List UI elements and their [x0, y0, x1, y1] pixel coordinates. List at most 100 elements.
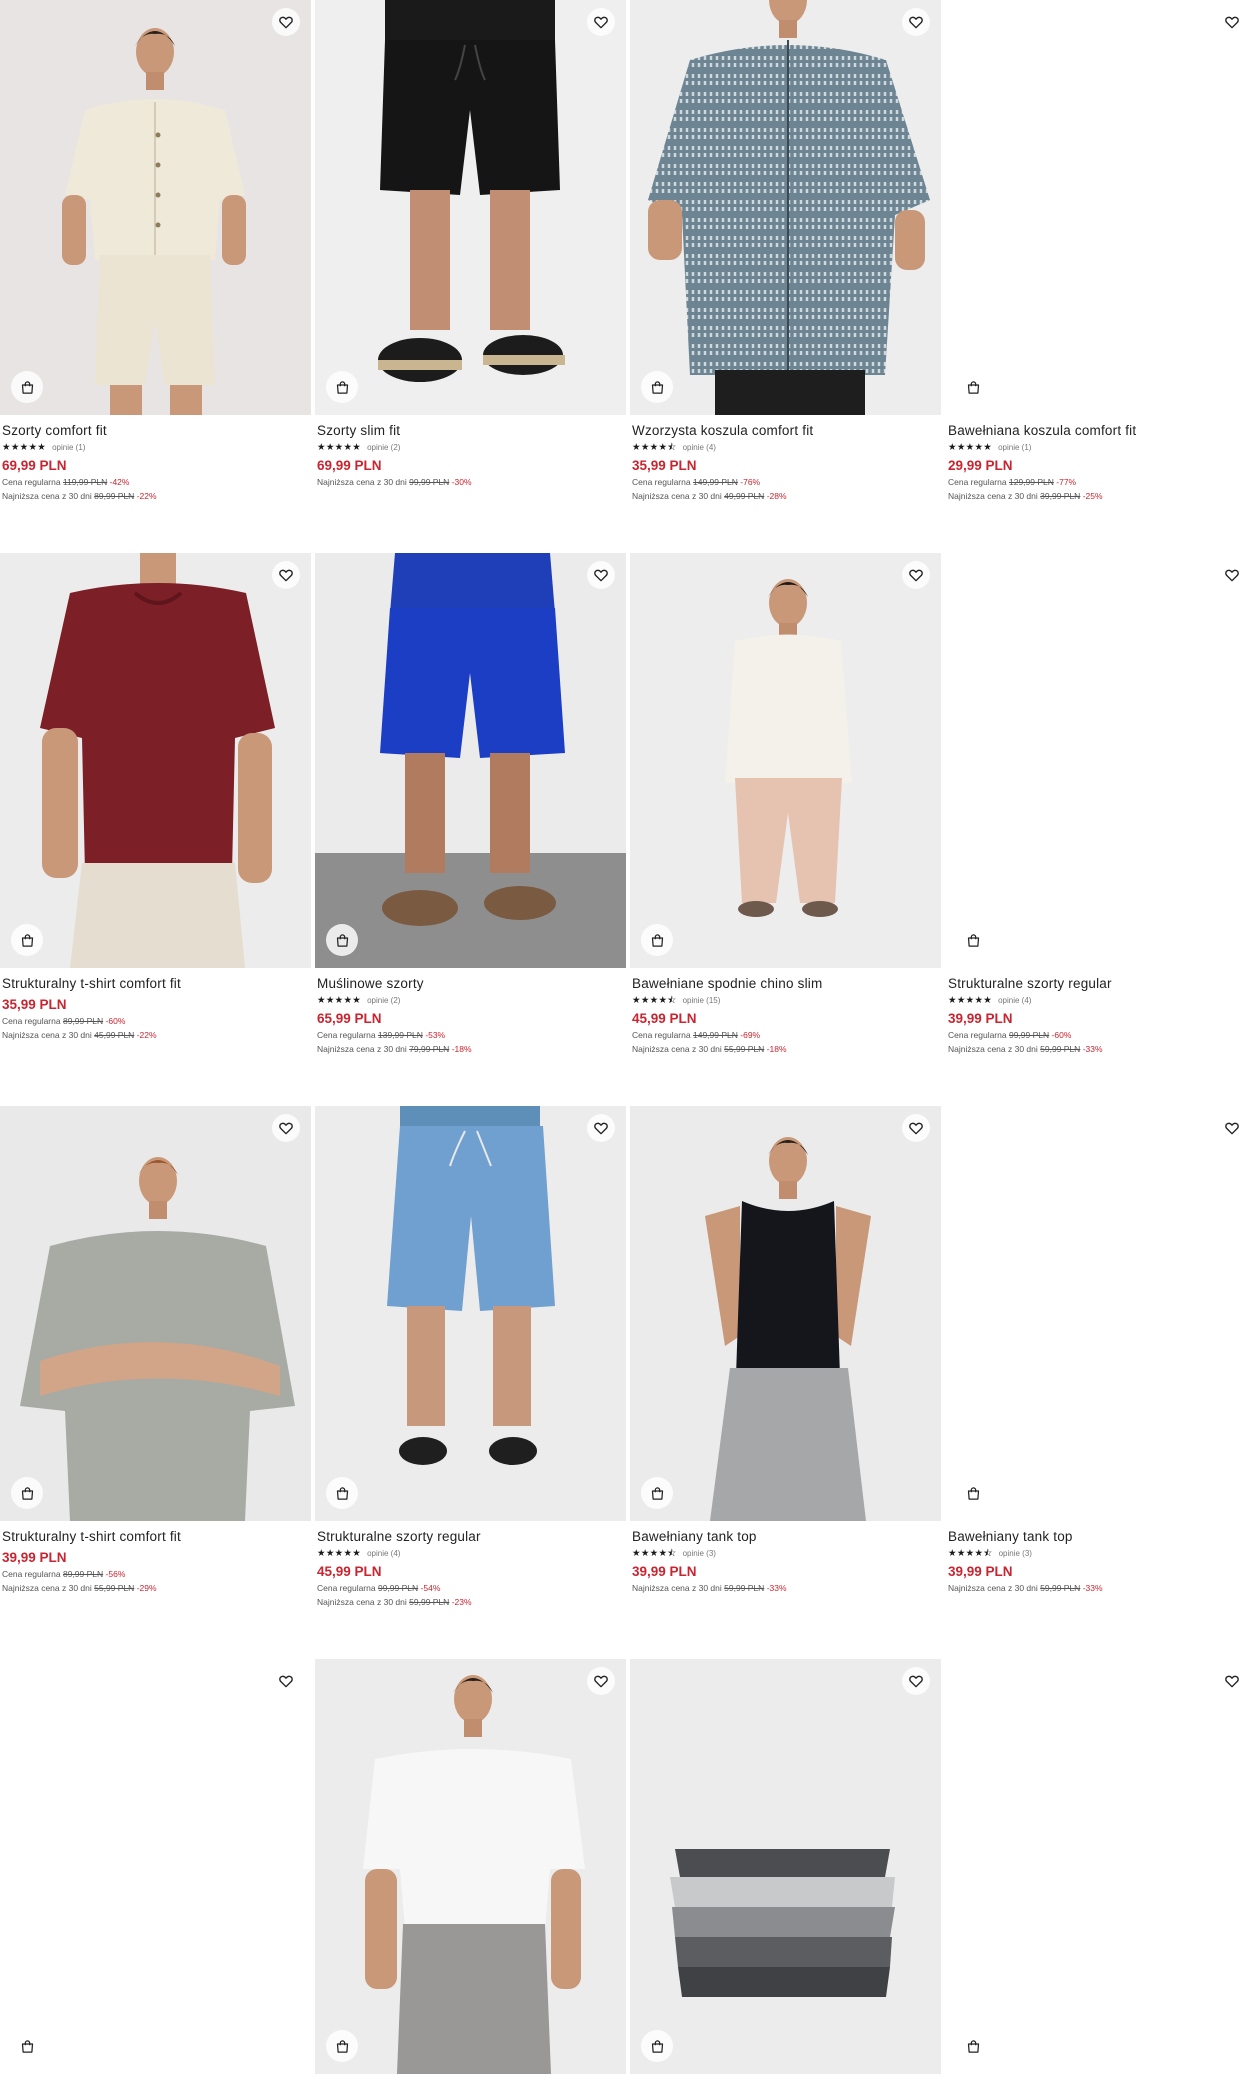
product-name[interactable]: Bawełniany tank top	[948, 1529, 1250, 1545]
product-info: Bawełniany tank top ★★★★⯪ opinie (3) 39,…	[630, 1521, 941, 1594]
product-card[interactable]: Bawełniana koszula comfort fit ★★★★★ opi…	[946, 0, 1250, 502]
regular-price: 139,99 PLN	[377, 1030, 423, 1040]
heart-outline-icon[interactable]	[902, 561, 930, 589]
product-image[interactable]	[0, 1106, 311, 1521]
heart-outline-icon[interactable]	[1218, 561, 1246, 589]
product-image[interactable]	[630, 1106, 941, 1521]
product-card[interactable]: Bawełniane spodnie chino slim ★★★★⯪ opin…	[630, 553, 941, 1055]
shopping-bag-icon[interactable]	[326, 2030, 358, 2062]
product-image[interactable]	[946, 553, 1250, 968]
product-name[interactable]: Strukturalne szorty regular	[948, 976, 1250, 992]
shopping-bag-icon[interactable]	[641, 2030, 673, 2062]
product-card[interactable]: Bawełniany tank top ★★★★⯪ opinie (3) 39,…	[946, 1106, 1250, 1594]
lowest-price-label: Najniższa cena z 30 dni	[948, 1044, 1038, 1054]
product-image[interactable]	[315, 1106, 626, 1521]
lowest-discount: -29%	[136, 1583, 157, 1593]
shopping-bag-icon[interactable]	[326, 1477, 358, 1509]
product-image[interactable]	[0, 1659, 311, 2074]
product-image[interactable]	[315, 553, 626, 968]
product-info: Bawełniana koszula comfort fit ★★★★★ opi…	[946, 415, 1250, 502]
product-card[interactable]	[0, 1659, 311, 2074]
product-name[interactable]: Muślinowe szorty	[317, 976, 624, 992]
product-card[interactable]: Strukturalne szorty regular ★★★★★ opinie…	[946, 553, 1250, 1055]
review-count[interactable]: opinie (4)	[998, 995, 1031, 1006]
product-card[interactable]: Strukturalny t-shirt comfort fit 39,99 PL…	[0, 1106, 311, 1594]
heart-outline-icon[interactable]	[272, 1667, 300, 1695]
current-price: 39,99 PLN	[632, 1564, 697, 1579]
review-count[interactable]: opinie (3)	[999, 1548, 1032, 1559]
heart-outline-icon[interactable]	[587, 1114, 615, 1142]
product-card[interactable]: Wzorzysta koszula comfort fit ★★★★⯪ opin…	[630, 0, 941, 502]
product-card[interactable]: Muślinowe szorty ★★★★★ opinie (2) 65,99 …	[315, 553, 626, 1055]
shopping-bag-icon[interactable]	[11, 371, 43, 403]
product-name[interactable]: Bawełniane spodnie chino slim	[632, 976, 939, 992]
product-card[interactable]: Szorty slim fit ★★★★★ opinie (2) 69,99 P…	[315, 0, 626, 488]
product-image[interactable]	[630, 0, 941, 415]
heart-outline-icon[interactable]	[1218, 1114, 1246, 1142]
shopping-bag-icon[interactable]	[11, 2030, 43, 2062]
heart-outline-icon[interactable]	[902, 8, 930, 36]
review-count[interactable]: opinie (15)	[683, 995, 721, 1006]
product-card[interactable]	[946, 1659, 1250, 2074]
product-name[interactable]: Szorty slim fit	[317, 423, 624, 439]
shopping-bag-icon[interactable]	[957, 1477, 989, 1509]
review-count[interactable]: opinie (4)	[367, 1548, 400, 1559]
product-name[interactable]: Wzorzysta koszula comfort fit	[632, 423, 939, 439]
regular-price-label: Cena regularna	[948, 1030, 1007, 1040]
shopping-bag-icon[interactable]	[957, 924, 989, 956]
product-card[interactable]	[630, 1659, 941, 2074]
lowest-price-label: Najniższa cena z 30 dni	[948, 491, 1038, 501]
heart-outline-icon[interactable]	[587, 1667, 615, 1695]
product-name[interactable]: Strukturalny t-shirt comfort fit	[2, 976, 309, 992]
product-name[interactable]: Strukturalne szorty regular	[317, 1529, 624, 1545]
product-image[interactable]	[946, 0, 1250, 415]
product-image[interactable]	[946, 1659, 1250, 2074]
product-image[interactable]	[0, 553, 311, 968]
heart-outline-icon[interactable]	[902, 1114, 930, 1142]
product-card[interactable]: Bawełniany tank top ★★★★⯪ opinie (3) 39,…	[630, 1106, 941, 1594]
product-card[interactable]: Strukturalny t-shirt comfort fit 35,99 PL…	[0, 553, 311, 1041]
shopping-bag-icon[interactable]	[641, 1477, 673, 1509]
review-count[interactable]: opinie (4)	[683, 442, 716, 453]
rating-stars: ★★★★★	[2, 442, 47, 453]
product-card[interactable]: Szorty comfort fit ★★★★★ opinie (1) 69,9…	[0, 0, 311, 502]
heart-outline-icon[interactable]	[902, 1667, 930, 1695]
shopping-bag-icon[interactable]	[641, 924, 673, 956]
product-name[interactable]: Strukturalny t-shirt comfort fit	[2, 1529, 309, 1545]
heart-outline-icon[interactable]	[587, 561, 615, 589]
product-photo	[0, 0, 311, 415]
product-name[interactable]: Bawełniana koszula comfort fit	[948, 423, 1250, 439]
rating-stars: ★★★★★	[317, 442, 362, 453]
heart-outline-icon[interactable]	[587, 8, 615, 36]
heart-outline-icon[interactable]	[272, 1114, 300, 1142]
heart-outline-icon[interactable]	[272, 8, 300, 36]
heart-outline-icon[interactable]	[272, 561, 300, 589]
product-name[interactable]: Bawełniany tank top	[632, 1529, 939, 1545]
lowest-discount: -33%	[1082, 1583, 1103, 1593]
shopping-bag-icon[interactable]	[957, 2030, 989, 2062]
product-card[interactable]: Strukturalne szorty regular ★★★★★ opinie…	[315, 1106, 626, 1608]
product-image[interactable]	[630, 1659, 941, 2074]
product-image[interactable]	[315, 0, 626, 415]
shopping-bag-icon[interactable]	[326, 371, 358, 403]
review-count[interactable]: opinie (1)	[998, 442, 1031, 453]
heart-outline-icon[interactable]	[1218, 1667, 1246, 1695]
product-image[interactable]	[630, 553, 941, 968]
shopping-bag-icon[interactable]	[11, 1477, 43, 1509]
product-card[interactable]	[315, 1659, 626, 2074]
review-count[interactable]: opinie (2)	[367, 442, 400, 453]
lowest-discount: -28%	[766, 491, 787, 501]
product-image[interactable]	[946, 1106, 1250, 1521]
product-image[interactable]	[0, 0, 311, 415]
review-count[interactable]: opinie (1)	[52, 442, 85, 453]
heart-outline-icon[interactable]	[1218, 8, 1246, 36]
shopping-bag-icon[interactable]	[641, 371, 673, 403]
shopping-bag-icon[interactable]	[957, 371, 989, 403]
product-name[interactable]: Szorty comfort fit	[2, 423, 309, 439]
product-image[interactable]	[315, 1659, 626, 2074]
review-count[interactable]: opinie (2)	[367, 995, 400, 1006]
shopping-bag-icon[interactable]	[11, 924, 43, 956]
review-count[interactable]: opinie (3)	[683, 1548, 716, 1559]
shopping-bag-icon[interactable]	[326, 924, 358, 956]
lowest-price: 59,99 PLN	[724, 1583, 765, 1593]
